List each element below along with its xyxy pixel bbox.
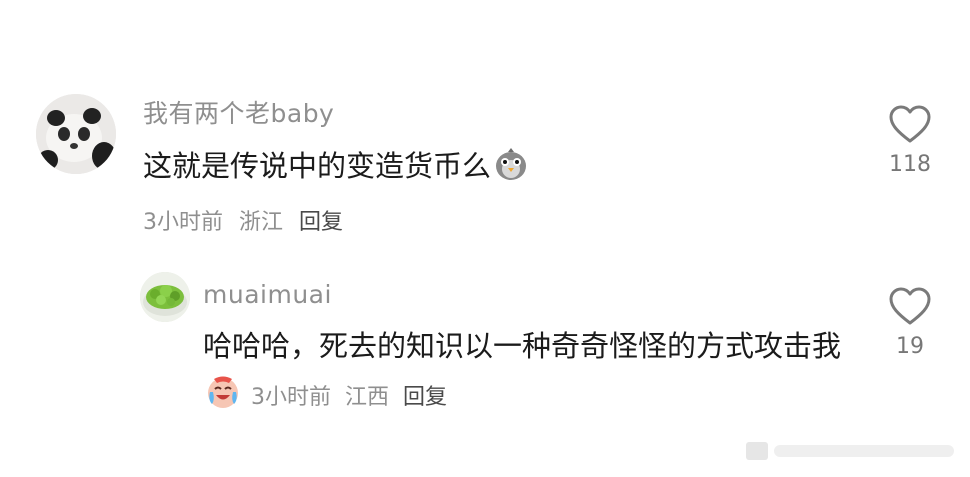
watermark-image [746, 442, 954, 460]
like-count: 19 [896, 334, 924, 359]
reply-button[interactable]: 回复 [403, 385, 447, 410]
reply-location: 江西 [345, 385, 390, 410]
reply-text: 哈哈哈，死去的知识以一种奇奇怪怪的方式攻击我 3小时前 江西 回复 [203, 322, 843, 422]
like-button[interactable]: 118 [880, 104, 940, 177]
heart-outline-icon [889, 105, 931, 143]
avatar[interactable] [140, 272, 190, 322]
comment-location: 浙江 [239, 210, 284, 235]
reply-item: muaimuai 哈哈哈，死去的知识以一种奇奇怪怪的方式攻击我 3小时前 江西 回复… [0, 272, 970, 422]
reply-button[interactable]: 回复 [299, 210, 343, 235]
comment-time: 3小时前 [143, 210, 223, 235]
crying-laughing-emoji [208, 376, 238, 408]
heart-outline-icon [889, 287, 931, 325]
panda-avatar-image [36, 94, 116, 174]
penguin-face-emoji [496, 148, 527, 180]
like-button[interactable]: 19 [880, 286, 940, 359]
reply-text-content: 哈哈哈，死去的知识以一种奇奇怪怪的方式攻击我 [203, 329, 842, 363]
reply-meta: 3小时前 江西 回复 [251, 385, 461, 410]
comment-meta: 3小时前 浙江 回复 [143, 204, 359, 236]
comment-username[interactable]: 我有两个老baby [143, 94, 334, 130]
reply-time: 3小时前 [251, 385, 331, 410]
like-count: 118 [889, 152, 931, 177]
comment-text: 这就是传说中的变造货币么 [143, 142, 529, 190]
reply-username[interactable]: muaimuai [203, 280, 332, 309]
comment-text-content: 这就是传说中的变造货币么 [143, 149, 492, 183]
greens-avatar-image [140, 272, 190, 322]
avatar[interactable] [36, 94, 116, 174]
comment-item: 我有两个老baby 这就是传说中的变造货币么 3小时前 浙江 回复 118 [0, 86, 970, 246]
